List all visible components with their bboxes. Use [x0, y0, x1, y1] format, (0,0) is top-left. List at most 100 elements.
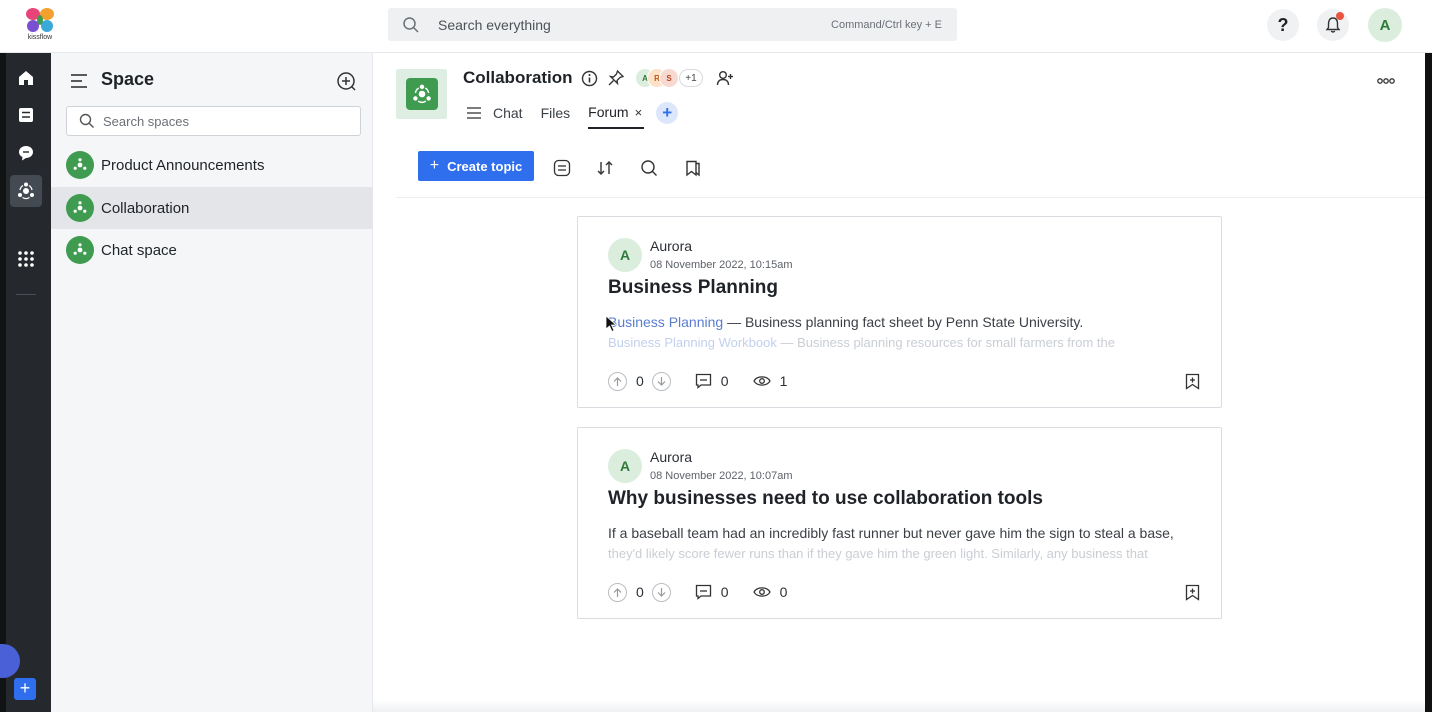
- tab-label: Files: [540, 105, 571, 121]
- comment-icon[interactable]: [695, 584, 712, 600]
- search-icon: [403, 16, 419, 33]
- downvote-button[interactable]: [651, 371, 671, 391]
- add-space-icon[interactable]: [335, 70, 357, 92]
- comment-icon[interactable]: [695, 373, 712, 389]
- space-item-label: Collaboration: [101, 199, 190, 217]
- arrow-up-icon: [613, 587, 622, 597]
- notifications-button[interactable]: [1317, 9, 1349, 41]
- upvote-button[interactable]: [608, 582, 627, 602]
- bookmark-icon[interactable]: [1185, 584, 1200, 601]
- tab-forum[interactable]: Forum ×: [588, 97, 645, 129]
- excerpt-link[interactable]: Business Planning Workbook: [608, 335, 777, 350]
- more-options-icon[interactable]: [1377, 77, 1395, 85]
- user-avatar[interactable]: A: [1368, 8, 1402, 42]
- window-edge: [1425, 53, 1432, 712]
- space-item-product-announcements[interactable]: Product Announcements: [51, 144, 372, 186]
- add-tab-button[interactable]: +: [656, 102, 679, 124]
- create-topic-button[interactable]: + Create topic: [418, 151, 534, 181]
- kissflow-logo[interactable]: kissflow: [22, 6, 58, 46]
- main-content: Collaboration A R S +1 Chat Files Forum …: [373, 53, 1425, 712]
- view-count: 0: [779, 584, 788, 600]
- post-date: 08 November 2022, 10:07am: [650, 470, 793, 482]
- topic-excerpt-line: If a baseball team had an incredibly fas…: [608, 525, 1174, 541]
- topic-card[interactable]: A Aurora 08 November 2022, 10:07am Why b…: [577, 427, 1222, 619]
- global-search-placeholder: Search everything: [438, 16, 551, 33]
- rail-divider: [16, 294, 36, 295]
- space-item-label: Product Announcements: [101, 156, 265, 174]
- rail-edge: [0, 53, 6, 712]
- space-item-chat-space[interactable]: Chat space: [51, 229, 372, 271]
- member-count-badge: +1: [679, 69, 703, 87]
- post-date: 08 November 2022, 10:15am: [650, 259, 793, 271]
- global-search-input[interactable]: Search everything Command/Ctrl key + E: [388, 8, 957, 41]
- collapse-menu-icon[interactable]: [70, 73, 88, 89]
- upvote-button[interactable]: [608, 371, 627, 391]
- space-item-collaboration[interactable]: Collaboration: [51, 187, 372, 229]
- forum-toolbar: + Create topic: [396, 143, 1425, 198]
- rail-space[interactable]: [10, 175, 42, 207]
- bottom-fade: [373, 700, 1425, 712]
- tab-label: Forum: [588, 104, 629, 120]
- info-icon[interactable]: [581, 70, 598, 87]
- arrow-up-icon: [613, 376, 622, 386]
- notification-dot: [1336, 12, 1344, 20]
- search-topics-button[interactable]: [639, 158, 659, 178]
- topic-title[interactable]: Why businesses need to use collaboration…: [608, 488, 1043, 510]
- space-item-label: Chat space: [101, 241, 177, 259]
- sort-icon: [597, 161, 613, 175]
- excerpt-text: If a baseball team had an incredibly fas…: [608, 525, 1174, 541]
- help-button[interactable]: ?: [1267, 9, 1299, 41]
- space-panel: Space Search spaces Product Announcement…: [51, 53, 373, 712]
- rail-create-button[interactable]: +: [14, 678, 36, 700]
- filter-button[interactable]: [552, 158, 572, 178]
- sort-button[interactable]: [595, 158, 615, 178]
- vote-count: 0: [636, 373, 644, 389]
- add-member-icon[interactable]: [716, 69, 734, 87]
- rail-tasks[interactable]: [13, 102, 39, 128]
- author-avatar: A: [608, 238, 642, 272]
- topic-excerpt-line-faded: they'd likely score fewer runs than if t…: [608, 546, 1148, 561]
- space-icon: [18, 182, 34, 200]
- tab-chat[interactable]: Chat: [493, 97, 523, 129]
- mouse-cursor-icon: [605, 315, 617, 333]
- excerpt-text: they'd likely score fewer runs than if t…: [608, 546, 1148, 561]
- space-avatar-icon: [66, 194, 94, 222]
- app-window: kissflow Search everything Command/Ctrl …: [0, 0, 1432, 712]
- filter-icon: [553, 159, 571, 177]
- rail-apps[interactable]: [13, 246, 39, 272]
- tabs-menu-icon[interactable]: [466, 106, 482, 120]
- topic-excerpt-line: Business Planning — Business planning fa…: [608, 314, 1083, 330]
- bookmark-icon[interactable]: [1185, 373, 1200, 390]
- search-icon: [641, 160, 657, 176]
- downvote-button[interactable]: [651, 582, 671, 602]
- rail-home[interactable]: [13, 65, 39, 91]
- author-name[interactable]: Aurora: [650, 238, 692, 254]
- space-panel-title: Space: [101, 69, 155, 89]
- rail-chat[interactable]: [13, 140, 39, 166]
- pin-icon[interactable]: [607, 69, 625, 87]
- excerpt-link[interactable]: Business Planning: [608, 314, 723, 330]
- bookmarks-icon: [686, 160, 700, 177]
- close-tab-icon[interactable]: ×: [635, 105, 643, 120]
- arrow-down-icon: [657, 376, 666, 386]
- topic-title[interactable]: Business Planning: [608, 277, 778, 299]
- topic-card[interactable]: A Aurora 08 November 2022, 10:15am Busin…: [577, 216, 1222, 408]
- tasks-icon: [19, 108, 33, 122]
- chat-icon: [19, 146, 33, 161]
- arrow-down-icon: [657, 587, 666, 597]
- search-spaces-placeholder: Search spaces: [103, 113, 189, 129]
- search-shortcut-hint: Command/Ctrl key + E: [831, 18, 942, 31]
- search-spaces-input[interactable]: Search spaces: [66, 106, 361, 136]
- apps-grid-icon: [18, 251, 34, 267]
- channel-tabs: Chat Files Forum × +: [466, 97, 679, 129]
- author-name[interactable]: Aurora: [650, 449, 692, 465]
- logo-text: kissflow: [27, 34, 53, 41]
- plus-icon: +: [429, 157, 440, 174]
- bookmarks-button[interactable]: [683, 158, 703, 178]
- tab-files[interactable]: Files: [541, 97, 571, 129]
- author-avatar: A: [608, 449, 642, 483]
- eye-icon: [752, 376, 771, 386]
- channel-title: Collaboration: [463, 68, 573, 87]
- channel-avatar: [396, 69, 447, 119]
- member-avatar: S: [659, 68, 679, 88]
